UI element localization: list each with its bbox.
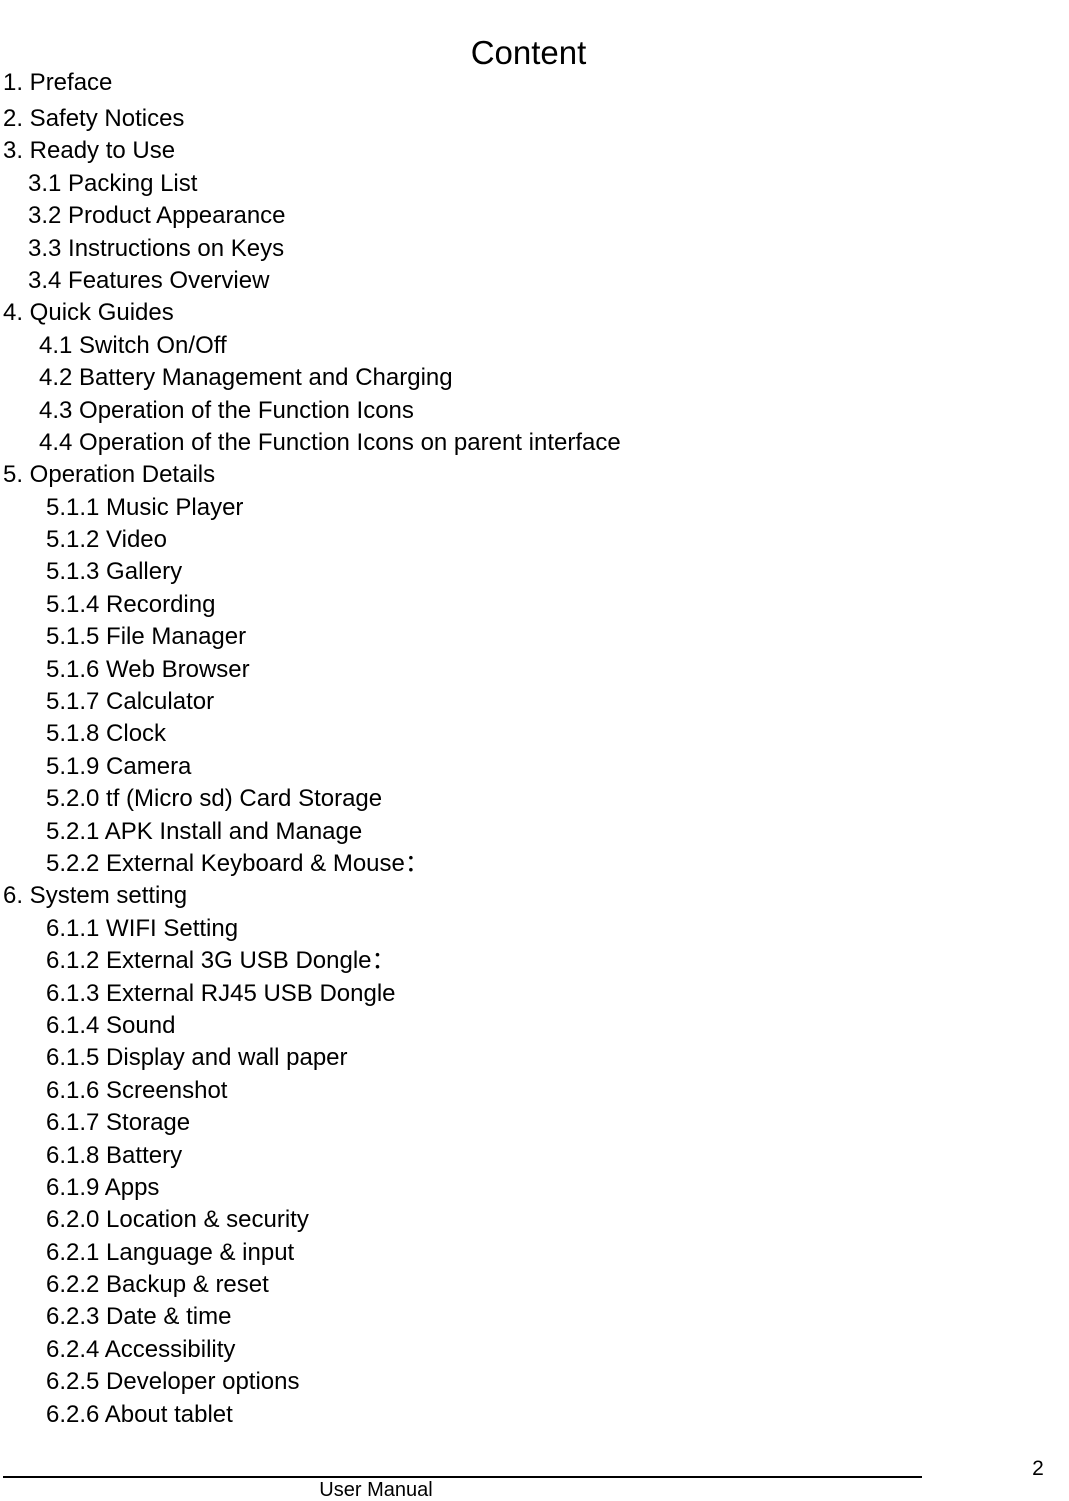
toc-entry[interactable]: 6.2.4 Accessibility — [0, 1334, 1069, 1366]
toc-entry[interactable]: 5.1.5 File Manager — [0, 621, 1069, 653]
toc-entry[interactable]: 6.1.3 External RJ45 USB Dongle — [0, 978, 1069, 1010]
toc-entry[interactable]: 3.4 Features Overview — [0, 265, 1069, 297]
toc-entry[interactable]: 5.1.6 Web Browser — [0, 654, 1069, 686]
footer-label: User Manual — [319, 1479, 433, 1501]
toc-entry[interactable]: 5.1.1 Music Player — [0, 492, 1069, 524]
toc-entry[interactable]: 3.2 Product Appearance — [0, 200, 1069, 232]
footer-divider — [3, 1476, 922, 1478]
toc-entry[interactable]: 5.1.9 Camera — [0, 751, 1069, 783]
toc-entry[interactable]: 4.1 Switch On/Off — [0, 330, 1069, 362]
toc-entry[interactable]: 6.1.6 Screenshot — [0, 1075, 1069, 1107]
toc-entry[interactable]: 5.1.4 Recording — [0, 589, 1069, 621]
toc-entry[interactable]: 6.2.1 Language & input — [0, 1237, 1069, 1269]
toc-entry[interactable]: 6.2.5 Developer options — [0, 1366, 1069, 1398]
toc-entry[interactable]: 5.1.2 Video — [0, 524, 1069, 556]
toc-entry[interactable]: 5.2.0 tf (Micro sd) Card Storage — [0, 783, 1069, 815]
toc-entry[interactable]: 6.1.1 WIFI Setting — [0, 913, 1069, 945]
toc-entry[interactable]: 2. Safety Notices — [0, 103, 1069, 135]
toc-entry[interactable]: 5. Operation Details — [0, 459, 1069, 491]
toc-entry[interactable]: 6.2.2 Backup & reset — [0, 1269, 1069, 1301]
footer-page-number: 2 — [1032, 1457, 1044, 1480]
toc-entry[interactable]: 4.4 Operation of the Function Icons on p… — [0, 427, 1069, 459]
toc-entry[interactable]: 4.3 Operation of the Function Icons — [0, 395, 1069, 427]
toc-entry[interactable]: 5.1.3 Gallery — [0, 556, 1069, 588]
toc-entry[interactable]: 3.1 Packing List — [0, 168, 1069, 200]
toc-entry[interactable]: 6.1.5 Display and wall paper — [0, 1042, 1069, 1074]
toc-entry[interactable]: 6.1.9 Apps — [0, 1172, 1069, 1204]
page-footer: 2 User Manual — [0, 1450, 1069, 1501]
toc-entry[interactable]: 6.1.4 Sound — [0, 1010, 1069, 1042]
toc-entry[interactable]: 5.2.1 APK Install and Manage — [0, 816, 1069, 848]
toc-entry[interactable]: 6.2.0 Location & security — [0, 1204, 1069, 1236]
toc-entry[interactable]: 4.2 Battery Management and Charging — [0, 362, 1069, 394]
toc-entry[interactable]: 6.1.8 Battery — [0, 1140, 1069, 1172]
toc-entry[interactable]: 4. Quick Guides — [0, 297, 1069, 329]
toc-entry[interactable]: 6.2.3 Date & time — [0, 1301, 1069, 1333]
toc-entry[interactable]: 3. Ready to Use — [0, 135, 1069, 167]
toc-entry[interactable]: 5.2.2 External Keyboard & Mouse： — [0, 848, 1069, 880]
document-page: Content 1. Preface 2. Safety Notices 3. Re… — [0, 0, 1069, 1501]
toc-entry[interactable]: 5.1.8 Clock — [0, 718, 1069, 750]
table-of-contents: 1. Preface 2. Safety Notices 3. Ready to U… — [0, 66, 1069, 1431]
toc-entry[interactable]: 6. System setting — [0, 880, 1069, 912]
toc-entry[interactable]: 6.1.2 External 3G USB Dongle： — [0, 945, 1069, 977]
toc-entry[interactable]: 5.1.7 Calculator — [0, 686, 1069, 718]
toc-entry[interactable]: 6.1.7 Storage — [0, 1107, 1069, 1139]
toc-entry[interactable]: 3.3 Instructions on Keys — [0, 233, 1069, 265]
toc-entry[interactable]: 6.2.6 About tablet — [0, 1399, 1069, 1431]
toc-entry[interactable]: 1. Preface — [0, 66, 1069, 103]
